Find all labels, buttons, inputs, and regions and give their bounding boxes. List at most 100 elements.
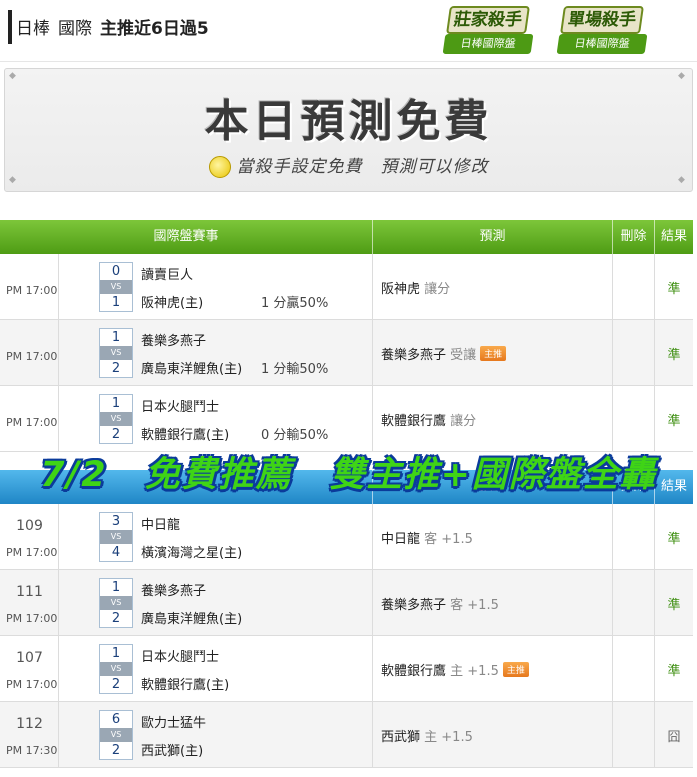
handicap: 1 分贏50% — [261, 296, 329, 311]
result: 囧 — [667, 730, 681, 745]
pin-icon: ◆ — [9, 71, 16, 81]
match-time: PM 17:00 — [6, 416, 58, 429]
away-team: 讀賣巨人 — [141, 268, 194, 283]
prediction: 軟體銀行鷹 主 +1.5 主推 — [381, 660, 529, 679]
badge-title: 莊家殺手 — [446, 6, 530, 34]
match-time: PM 17:00 — [6, 612, 58, 625]
handicap: 0 分輸50% — [261, 428, 329, 443]
home-score: 2 — [111, 743, 121, 758]
col-result: 結果 — [655, 220, 693, 254]
badge-title: 單場殺手 — [560, 6, 644, 34]
home-score: 1 — [111, 295, 121, 310]
prediction: 中日龍 客 +1.5 — [381, 532, 473, 547]
away-score: 1 — [111, 646, 121, 661]
promo-subtitle: 當殺手設定免費 預測可以修改 — [5, 152, 692, 178]
result: 準 — [667, 664, 681, 679]
away-team: 日本火腿鬥士 — [141, 400, 220, 415]
promo-banner: 7/2 免費推薦 雙主推+國際盤全轟 — [40, 455, 657, 495]
table-row: PM 17:00 0 VS 1 讀賣巨人 阪神虎(主) 1 分贏50% 阪神虎 … — [0, 254, 693, 320]
away-score: 0 — [111, 264, 121, 279]
crumb-intl[interactable]: 國際 — [58, 19, 92, 39]
score-box: 3 VS 4 — [99, 512, 133, 562]
table-row: 111 PM 17:00 1 VS 2 養樂多燕子 廣島東洋鯉魚(主) 養樂多燕子… — [0, 570, 693, 636]
col-match: 國際盤賽事 — [0, 220, 373, 254]
home-score: 4 — [111, 545, 121, 560]
col-prediction: 預測 — [373, 220, 613, 254]
prediction: 養樂多燕子 客 +1.5 — [381, 598, 499, 613]
main-pick-tag: 主推 — [502, 662, 529, 677]
table-row: 112 PM 17:30 6 VS 2 歐力士猛牛 西武獅(主) 西武獅 主 +1… — [0, 702, 693, 768]
delete-cell[interactable] — [613, 320, 655, 385]
delete-cell[interactable] — [613, 702, 655, 767]
score-box: 0 VS 1 — [99, 262, 133, 312]
prediction: 養樂多燕子 受讓 主推 — [381, 344, 507, 363]
top-bar: 日棒 國際 主推近6日過5 莊家殺手 日棒國際盤 單場殺手 日棒國際盤 — [0, 0, 697, 62]
delete-cell[interactable] — [613, 636, 655, 701]
handicap: 1 分輸50% — [261, 362, 329, 377]
delete-cell[interactable] — [613, 386, 655, 451]
prediction: 軟體銀行鷹 讓分 — [381, 414, 477, 429]
match-time: PM 17:00 — [6, 678, 58, 691]
table-row: 109 PM 17:00 3 VS 4 中日龍 橫濱海灣之星(主) 中日龍 客 +… — [0, 504, 693, 570]
score-box: 6 VS 2 — [99, 710, 133, 760]
game-number: 109 — [16, 518, 43, 534]
promo-title: 本日預測免費 — [204, 96, 493, 147]
home-score: 2 — [111, 677, 121, 692]
home-team: 阪神虎(主) — [141, 296, 204, 311]
away-team: 中日龍 — [141, 518, 181, 533]
prediction: 西武獅 主 +1.5 — [381, 730, 473, 745]
away-score: 1 — [111, 396, 121, 411]
result: 準 — [667, 348, 681, 363]
away-score: 1 — [111, 580, 121, 595]
bookie-killer-button[interactable]: 莊家殺手 日棒國際盤 — [442, 4, 534, 58]
home-team: 西武獅(主) — [141, 744, 204, 759]
score-box: 1 VS 2 — [99, 578, 133, 628]
score-box: 1 VS 2 — [99, 328, 133, 378]
lightbulb-icon — [208, 156, 231, 178]
match-time: PM 17:30 — [6, 744, 58, 757]
table-row: PM 17:00 1 VS 2 養樂多燕子 廣島東洋鯉魚(主) 1 分輸50% … — [0, 320, 693, 386]
home-team: 廣島東洋鯉魚(主) — [141, 362, 243, 377]
away-team: 日本火腿鬥士 — [141, 650, 220, 665]
delete-cell[interactable] — [613, 254, 655, 319]
breadcrumb: 日棒 國際 主推近6日過5 — [16, 14, 209, 39]
score-box: 1 VS 2 — [99, 394, 133, 444]
single-killer-button[interactable]: 單場殺手 日棒國際盤 — [556, 4, 648, 58]
result: 準 — [667, 282, 681, 297]
match-time: PM 17:00 — [6, 350, 58, 363]
home-team: 橫濱海灣之星(主) — [141, 546, 243, 561]
home-score: 2 — [111, 427, 121, 442]
result: 準 — [667, 414, 681, 429]
match-time: PM 17:00 — [6, 284, 58, 297]
score-box: 1 VS 2 — [99, 644, 133, 694]
home-team: 軟體銀行鷹(主) — [141, 678, 230, 693]
pin-icon: ◆ — [678, 71, 685, 81]
table-header: 國際盤賽事 預測 刪除 結果 — [0, 220, 693, 254]
away-team: 養樂多燕子 — [141, 334, 207, 349]
away-score: 3 — [111, 514, 121, 529]
away-team: 歐力士猛牛 — [141, 716, 207, 731]
crumb-baseball[interactable]: 日棒 — [16, 19, 50, 39]
badge-subtitle: 日棒國際盤 — [442, 34, 534, 54]
home-team: 軟體銀行鷹(主) — [141, 428, 230, 443]
col-delete: 刪除 — [613, 220, 655, 254]
main-pick-tag: 主推 — [480, 346, 507, 361]
badge-subtitle: 日棒國際盤 — [556, 34, 648, 54]
away-score: 6 — [111, 712, 121, 727]
match-time: PM 17:00 — [6, 546, 58, 559]
away-score: 1 — [111, 330, 121, 345]
delete-cell[interactable] — [613, 570, 655, 635]
prediction: 阪神虎 讓分 — [381, 282, 451, 297]
game-number: 107 — [16, 650, 43, 666]
result: 準 — [667, 598, 681, 613]
table-row: PM 17:00 1 VS 2 日本火腿鬥士 軟體銀行鷹(主) 0 分輸50% … — [0, 386, 693, 452]
free-promo-panel: ◆ ◆ ◆ ◆ 本日預測免費 當殺手設定免費 預測可以修改 — [4, 68, 693, 192]
home-team: 廣島東洋鯉魚(主) — [141, 612, 243, 627]
away-team: 養樂多燕子 — [141, 584, 207, 599]
title-accent — [8, 10, 12, 44]
home-score: 2 — [111, 611, 121, 626]
delete-cell[interactable] — [613, 504, 655, 569]
result: 準 — [667, 532, 681, 547]
game-number: 111 — [16, 584, 43, 600]
page-headline: 主推近6日過5 — [100, 19, 209, 39]
